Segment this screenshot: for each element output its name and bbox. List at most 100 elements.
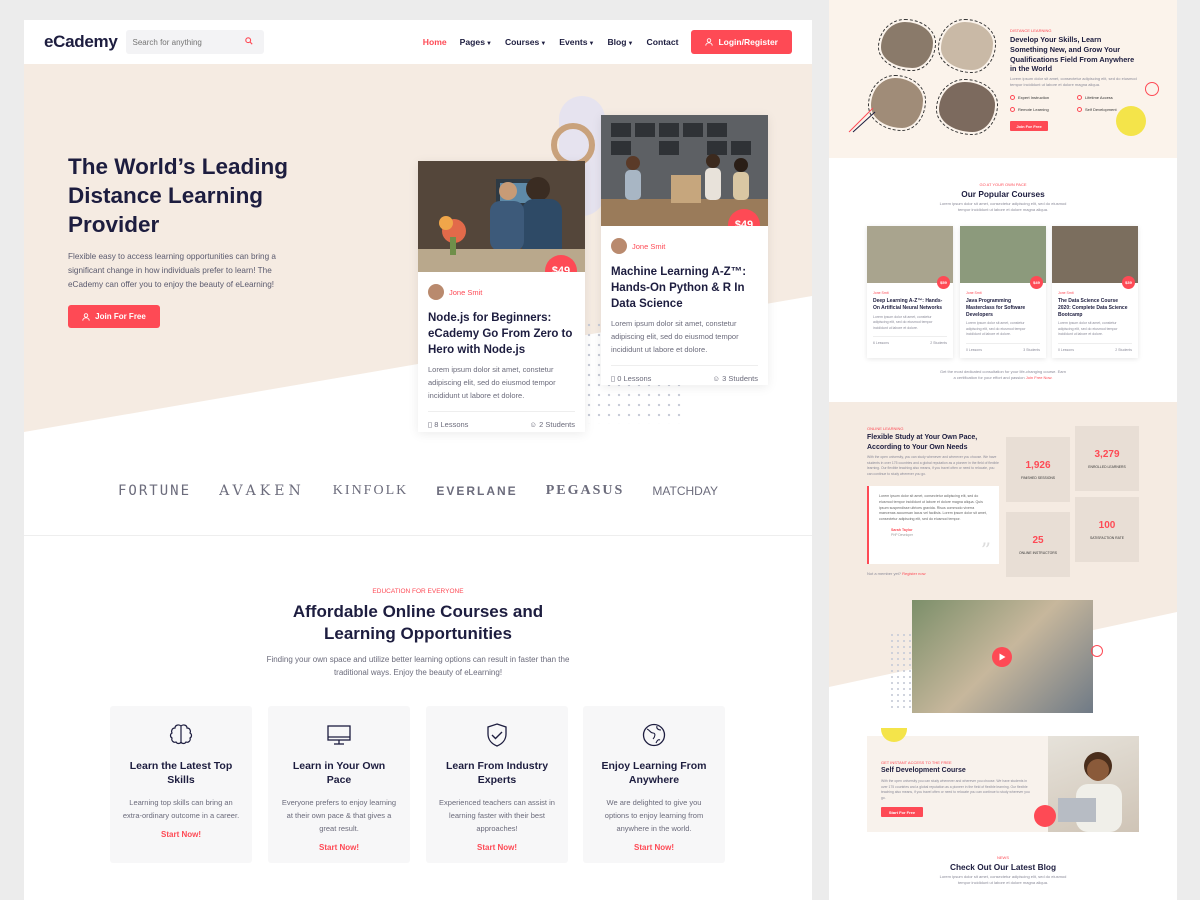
- distance-text: Lorem ipsum dolor sit amet, consectetur …: [1010, 76, 1137, 87]
- join-for-free-button-mini[interactable]: Join For Free: [1010, 121, 1048, 131]
- nav-pages[interactable]: Pages▼: [460, 37, 492, 47]
- search-box[interactable]: [125, 30, 264, 54]
- nav-events[interactable]: Events▼: [559, 37, 594, 47]
- join-free-now-link[interactable]: Join Free Now.: [1026, 375, 1053, 380]
- feature-text: Experienced teachers can assist in learn…: [439, 798, 555, 833]
- distance-eyebrow: DISTANCE LEARNING: [1010, 28, 1052, 33]
- landing-page-preview: DISTANCE LEARNING Develop Your Skills, L…: [829, 0, 1177, 900]
- blog-title: Check Out Our Latest Blog: [949, 862, 1057, 872]
- feature-title: Learn in Your Own Pace: [292, 760, 386, 786]
- course-title[interactable]: Deep Learning A-Z™: Hands-On Artificial …: [873, 298, 947, 312]
- search-icon[interactable]: [244, 37, 253, 47]
- hero-description: Flexible easy to access learning opportu…: [68, 252, 276, 289]
- start-for-free-button[interactable]: Start For Free: [881, 807, 923, 817]
- globe-icon: [639, 720, 669, 750]
- stat-label: SATISFACTION RATE: [1090, 535, 1124, 540]
- popular-text: Lorem ipsum dolor sit amet, consectetur …: [939, 201, 1067, 212]
- feature-card-anywhere[interactable]: Enjoy Learning From Anywhere We are deli…: [583, 706, 725, 863]
- user-icon: [82, 312, 90, 321]
- course-author[interactable]: Jone Smit: [428, 284, 575, 300]
- course-title[interactable]: Node.js for Beginners: eCademy Go From Z…: [428, 310, 575, 358]
- lessons-label: 0 Lessons: [1058, 347, 1074, 352]
- course-title[interactable]: Machine Learning A-Z™: Hands-On Python &…: [611, 264, 758, 312]
- testimonial-text: Lorem ipsum dolor sit amet, consectetur …: [879, 494, 987, 522]
- lessons-label: 8 Lessons: [434, 420, 469, 429]
- check-circle-icon: [1010, 107, 1015, 112]
- feature-card-pace[interactable]: Learn in Your Own Pace Everyone prefers …: [268, 706, 410, 863]
- lessons-label: 0 Lessons: [617, 374, 652, 383]
- join-for-free-button[interactable]: Join For Free: [68, 305, 160, 328]
- self-eyebrow: GET INSTANT ACCESS TO THE FREE: [881, 760, 952, 765]
- register-now-link[interactable]: Register now: [902, 571, 925, 576]
- check-circle-icon: [1077, 107, 1082, 112]
- collage-photo: [936, 79, 998, 135]
- hero-title: The World’s Leading Distance Learning Pr…: [68, 154, 289, 237]
- play-icon[interactable]: [992, 647, 1012, 667]
- nav-contact[interactable]: Contact: [646, 37, 678, 47]
- partner-logo-everlane: EVERLANE: [436, 484, 518, 498]
- price-badge: $59: [937, 276, 950, 289]
- stat-satisfaction-rate: 100 SATISFACTION RATE: [1075, 497, 1139, 562]
- partner-logo-pegasus: PEGASUS: [545, 483, 625, 498]
- course-card-nodejs[interactable]: $49 Jone Smit Node.js for Beginners: eCa…: [418, 161, 585, 432]
- students-label: 2 Students: [539, 420, 575, 429]
- stat-number: 1,926: [1025, 459, 1051, 471]
- start-now-link[interactable]: Start Now!: [268, 843, 410, 852]
- course-excerpt: Lorem ipsum dolor sit amet, constetur ad…: [428, 365, 556, 400]
- feature-title: Enjoy Learning From Anywhere: [601, 760, 707, 786]
- feature-text: We are delighted to give you options to …: [604, 798, 704, 833]
- course-image[interactable]: $39: [1052, 226, 1138, 289]
- course-title[interactable]: The Data Science Course 2020: Complete D…: [1058, 298, 1132, 318]
- check-circle-icon: [1010, 95, 1015, 100]
- mini-course-card[interactable]: $39 Jone Smit The Data Science Course 20…: [1052, 226, 1138, 358]
- search-input[interactable]: [132, 37, 245, 47]
- students-count: ☺ 2 Students: [529, 420, 575, 429]
- nav-blog-label: Blog: [607, 37, 627, 47]
- author-name[interactable]: Jone Smit: [1058, 291, 1138, 295]
- nav-home[interactable]: Home: [423, 37, 447, 47]
- feature-card-experts[interactable]: Learn From Industry Experts Experienced …: [426, 706, 568, 863]
- feature-card-skills[interactable]: Learn the Latest Top Skills Learning top…: [110, 706, 252, 863]
- people-icon: ☺: [529, 420, 540, 429]
- course-author[interactable]: Jone Smit: [611, 238, 758, 254]
- collage-photo: [868, 75, 926, 131]
- start-now-link[interactable]: Start Now!: [110, 830, 252, 839]
- popular-eyebrow: GO AT YOUR OWN PACE: [979, 182, 1027, 187]
- course-image[interactable]: $49: [960, 226, 1046, 289]
- video-thumbnail[interactable]: [912, 600, 1093, 713]
- course-image[interactable]: $59: [867, 226, 953, 289]
- nav-blog[interactable]: Blog▼: [607, 37, 633, 47]
- mini-course-card[interactable]: $49 Jone Smit Java Programming Mastercla…: [960, 226, 1046, 358]
- course-card-machine-learning[interactable]: $49 Jone Smit Machine Learning A-Z™: Han…: [601, 115, 768, 385]
- start-now-link[interactable]: Start Now!: [583, 843, 725, 852]
- stat-label: FINISHED SESSIONS: [1020, 475, 1056, 480]
- divider: [24, 535, 812, 536]
- site-logo[interactable]: eCademy: [44, 32, 118, 52]
- course-image[interactable]: $49: [601, 115, 768, 226]
- students-label: 3 Students: [1023, 347, 1040, 352]
- course-title[interactable]: Java Programming Masterclass for Softwar…: [966, 298, 1040, 318]
- check-circle-icon: [1077, 95, 1082, 100]
- course-image[interactable]: $49: [418, 161, 585, 272]
- stat-label: ONLINE INSTRUCTORS: [1019, 550, 1057, 555]
- feature-label: Remote Learning: [1018, 107, 1049, 112]
- feature-label: Lifetime Access: [1085, 95, 1113, 100]
- author-name[interactable]: Jone Smit: [873, 291, 953, 295]
- blog-text: Lorem ipsum dolor sit amet, consectetur …: [939, 874, 1067, 885]
- nav-courses[interactable]: Courses▼: [505, 37, 546, 47]
- feature-lifetime-access: Lifetime Access: [1077, 95, 1113, 100]
- distance-title: Develop Your Skills, Learn Something New…: [1010, 35, 1135, 74]
- start-now-link[interactable]: Start Now!: [426, 843, 568, 852]
- login-register-button[interactable]: Login/Register: [691, 30, 792, 54]
- testimonial-card: Lorem ipsum dolor sit amet, consectetur …: [867, 486, 999, 564]
- nav-courses-label: Courses: [504, 37, 540, 47]
- feature-text: Learning top skills can bring an extra-o…: [122, 798, 240, 820]
- mini-course-card[interactable]: $59 Jone Smit Deep Learning A-Z™: Hands-…: [867, 226, 953, 358]
- feature-label: Expert Instruction: [1018, 95, 1050, 100]
- author-name: Jone Smit: [632, 241, 666, 251]
- author-name[interactable]: Jone Smit: [966, 291, 1046, 295]
- lessons-count: ▯ 0 Lessons: [611, 374, 651, 383]
- nav-pages-label: Pages: [459, 37, 485, 47]
- user-icon: [705, 38, 714, 46]
- decorative-red-circle: [1034, 805, 1056, 827]
